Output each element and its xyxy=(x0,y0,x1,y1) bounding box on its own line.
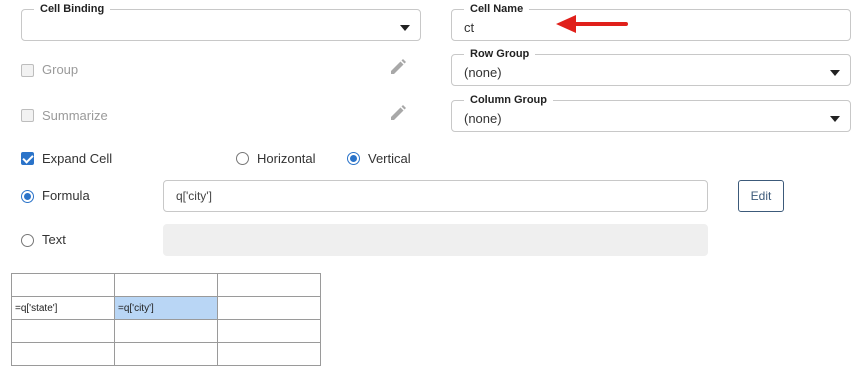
annotation-arrow-icon xyxy=(556,15,628,33)
grid-cell[interactable]: =q['state'] xyxy=(11,296,115,320)
cell-name-input[interactable]: Cell Name ct xyxy=(451,3,851,41)
grid-cell[interactable] xyxy=(217,342,321,366)
formula-label: Formula xyxy=(42,188,90,203)
edit-button[interactable]: Edit xyxy=(738,180,784,212)
column-group-select[interactable]: Column Group (none) xyxy=(451,94,851,132)
column-group-legend: Column Group xyxy=(464,94,553,107)
table-row xyxy=(11,319,321,343)
group-checkbox[interactable] xyxy=(21,64,34,77)
grid-cell[interactable] xyxy=(217,296,321,320)
summarize-checkbox[interactable] xyxy=(21,109,34,122)
grid-cell[interactable] xyxy=(114,273,218,297)
text-label: Text xyxy=(42,232,66,247)
grid-cell[interactable] xyxy=(114,342,218,366)
chevron-down-icon xyxy=(830,116,840,122)
grid-cell[interactable] xyxy=(11,273,115,297)
text-radio[interactable] xyxy=(21,234,34,247)
horizontal-label: Horizontal xyxy=(257,151,316,166)
column-group-value: (none) xyxy=(464,111,502,126)
chevron-down-icon xyxy=(830,70,840,76)
text-input[interactable] xyxy=(163,224,708,256)
preview-grid: =q['state'] =q['city'] xyxy=(11,273,321,366)
table-row xyxy=(11,342,321,366)
grid-cell[interactable] xyxy=(114,319,218,343)
table-row: =q['state'] =q['city'] xyxy=(11,296,321,320)
summarize-label: Summarize xyxy=(42,108,108,123)
pencil-icon[interactable] xyxy=(388,103,408,123)
pencil-icon[interactable] xyxy=(388,57,408,77)
cell-binding-select[interactable]: Cell Binding xyxy=(21,3,421,41)
vertical-radio[interactable] xyxy=(347,152,360,165)
chevron-down-icon xyxy=(400,25,410,31)
expand-cell-checkbox[interactable] xyxy=(21,152,34,165)
formula-radio[interactable] xyxy=(21,190,34,203)
expand-cell-label: Expand Cell xyxy=(42,151,113,166)
table-row xyxy=(11,273,321,297)
vertical-label: Vertical xyxy=(368,151,411,166)
grid-cell-selected[interactable]: =q['city'] xyxy=(114,296,218,320)
formula-input[interactable]: q['city'] xyxy=(163,180,708,212)
row-group-select[interactable]: Row Group (none) xyxy=(451,48,851,86)
grid-cell[interactable] xyxy=(11,342,115,366)
cell-name-value: ct xyxy=(464,20,475,35)
group-label: Group xyxy=(42,62,79,77)
formula-value: q['city'] xyxy=(176,189,212,203)
row-group-legend: Row Group xyxy=(464,48,536,61)
row-group-value: (none) xyxy=(464,65,502,80)
grid-cell[interactable] xyxy=(217,273,321,297)
cell-binding-legend: Cell Binding xyxy=(34,3,111,16)
grid-cell[interactable] xyxy=(217,319,321,343)
grid-cell[interactable] xyxy=(11,319,115,343)
horizontal-radio[interactable] xyxy=(236,152,249,165)
cell-name-legend: Cell Name xyxy=(464,3,530,16)
